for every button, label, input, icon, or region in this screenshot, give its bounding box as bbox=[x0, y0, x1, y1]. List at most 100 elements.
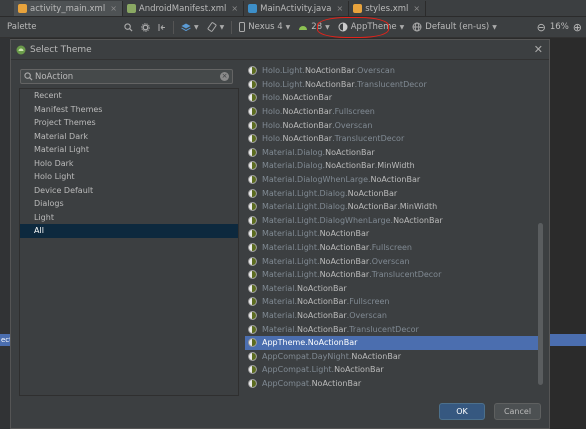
theme-icon bbox=[248, 188, 257, 198]
theme-name-part: Material. bbox=[262, 297, 298, 307]
theme-list-item[interactable]: AppCompat. NoActionBar bbox=[245, 377, 542, 391]
settings-gear-icon[interactable] bbox=[137, 22, 154, 32]
theme-list-item[interactable]: Material.Light. NoActionBar .Overscan bbox=[245, 254, 542, 268]
theme-name-part: Material. bbox=[262, 311, 298, 321]
category-item[interactable]: Device Default bbox=[20, 184, 238, 198]
cancel-button[interactable]: Cancel bbox=[494, 403, 541, 420]
theme-name-match: NoActionBar bbox=[351, 351, 402, 361]
tab-strip: activity_main.xml × AndroidManifest.xml × Ma… bbox=[14, 1, 427, 16]
search-icon[interactable] bbox=[120, 22, 137, 32]
theme-list-item[interactable]: AppTheme. NoActionBar bbox=[245, 336, 542, 350]
theme-name-part: .Fullscreen bbox=[346, 297, 390, 307]
theme-name-part: .Overscan bbox=[346, 311, 387, 321]
theme-list-item[interactable]: Material. NoActionBar .TranslucentDecor bbox=[245, 322, 542, 336]
close-icon[interactable]: ✕ bbox=[534, 43, 543, 56]
close-tab-icon[interactable]: × bbox=[231, 4, 238, 13]
theme-list-item[interactable]: Material.Light.DialogWhenLarge. NoActionB… bbox=[245, 214, 542, 228]
theme-name-part: .TranslucentDecor bbox=[332, 134, 405, 144]
theme-list-item[interactable]: Material.Light. NoActionBar .Fullscreen bbox=[245, 241, 542, 255]
theme-list-item[interactable]: Holo.Light. NoActionBar .Overscan bbox=[245, 64, 542, 78]
category-item[interactable]: Holo Light bbox=[20, 170, 238, 184]
theme-icon bbox=[248, 215, 257, 225]
theme-name-part: Material.Light.Dialog. bbox=[262, 202, 348, 212]
theme-list-item[interactable]: Holo.Light. NoActionBar .TranslucentDecor bbox=[245, 78, 542, 92]
theme-list-item[interactable]: Material.Light.Dialog. NoActionBar bbox=[245, 186, 542, 200]
editor-tab-bar: activity_main.xml × AndroidManifest.xml × Ma… bbox=[0, 0, 586, 17]
locale-selector[interactable]: Default (en-us) ▼ bbox=[408, 22, 501, 32]
design-toolbar: Palette ▼ ▼ Nexus 4 ▼ 28 ▼ AppTheme ▼ De… bbox=[0, 17, 586, 38]
zoom-out-icon[interactable]: ⊖ bbox=[537, 21, 546, 34]
theme-icon bbox=[248, 66, 257, 76]
theme-list-item[interactable]: Material.Dialog. NoActionBar. MinWidth bbox=[245, 159, 542, 173]
theme-list-item[interactable]: Material.Light. NoActionBar .TranslucentDe… bbox=[245, 268, 542, 282]
design-surface-button[interactable]: ▼ bbox=[177, 23, 203, 32]
theme-icon bbox=[248, 256, 257, 266]
category-item[interactable]: Material Light bbox=[20, 143, 238, 157]
editor-tab[interactable]: styles.xml × bbox=[349, 1, 427, 16]
theme-list-item[interactable]: Material.Dialog. NoActionBar bbox=[245, 146, 542, 160]
theme-name-match: NoActionBar bbox=[282, 120, 333, 130]
theme-name-part: .Overscan bbox=[354, 66, 395, 76]
globe-icon bbox=[412, 22, 422, 32]
theme-search-field[interactable]: NoAction × bbox=[20, 69, 233, 84]
theme-name-part: Holo.Light. bbox=[262, 66, 305, 76]
theme-name-match: NoActionBar bbox=[393, 215, 443, 225]
editor-tab[interactable]: activity_main.xml × bbox=[14, 1, 123, 16]
theme-list-scrollbar[interactable] bbox=[538, 223, 543, 385]
collapse-panel-icon[interactable] bbox=[154, 23, 170, 32]
theme-name-part: .Overscan bbox=[369, 256, 410, 266]
category-item[interactable]: Light bbox=[20, 211, 238, 225]
theme-name-match: NoActionBar bbox=[297, 311, 347, 321]
close-tab-icon[interactable]: × bbox=[110, 4, 117, 13]
toolbar-separator bbox=[173, 20, 174, 34]
theme-list-item[interactable]: AppCompat.DayNight. NoActionBar bbox=[245, 350, 542, 364]
theme-icon bbox=[248, 338, 257, 348]
theme-name-match: NoActionBar bbox=[297, 324, 347, 334]
close-tab-icon[interactable]: × bbox=[413, 4, 420, 13]
theme-name-part: Holo. bbox=[262, 93, 283, 103]
theme-name-match: NoActionBar bbox=[334, 365, 384, 375]
editor-tab[interactable]: MainActivity.java × bbox=[244, 1, 350, 16]
theme-list-item[interactable]: AppCompat.Light. NoActionBar bbox=[245, 363, 542, 377]
tab-label: MainActivity.java bbox=[260, 3, 332, 14]
close-tab-icon[interactable]: × bbox=[337, 4, 344, 13]
theme-name-part: .Overscan bbox=[332, 120, 373, 130]
ok-button[interactable]: OK bbox=[439, 403, 485, 420]
phone-icon bbox=[239, 22, 246, 32]
category-item[interactable]: Project Themes bbox=[20, 116, 238, 130]
chevron-down-icon: ▼ bbox=[285, 23, 291, 31]
theme-name-part: AppCompat.Light. bbox=[262, 365, 335, 375]
theme-list: Holo.Light. NoActionBar .Overscan Holo.Ligh… bbox=[245, 62, 543, 392]
theme-list-item[interactable]: Material.Light. NoActionBar bbox=[245, 227, 542, 241]
theme-list-item[interactable]: Material. NoActionBar .Fullscreen bbox=[245, 295, 542, 309]
tab-label: AndroidManifest.xml bbox=[138, 3, 227, 14]
editor-tab[interactable]: AndroidManifest.xml × bbox=[123, 1, 245, 16]
chevron-down-icon: ▼ bbox=[492, 23, 497, 31]
theme-icon bbox=[248, 243, 257, 253]
category-item[interactable]: Material Dark bbox=[20, 130, 238, 144]
category-item[interactable]: Dialogs bbox=[20, 197, 238, 211]
device-selector[interactable]: Nexus 4 ▼ bbox=[235, 22, 294, 32]
category-item[interactable]: All bbox=[20, 224, 238, 238]
theme-list-item[interactable]: Holo. NoActionBar bbox=[245, 91, 542, 105]
theme-name-part: .Fullscreen bbox=[332, 107, 375, 117]
theme-list-item[interactable]: Material. NoActionBar .Overscan bbox=[245, 309, 542, 323]
category-item[interactable]: Recent bbox=[20, 89, 238, 103]
theme-list-item[interactable]: Material.Light.Dialog. NoActionBar. MinWid… bbox=[245, 200, 542, 214]
theme-name-match: NoActionBar bbox=[297, 283, 347, 293]
theme-list-item[interactable]: Material.DialogWhenLarge. NoActionBar bbox=[245, 173, 542, 187]
category-item[interactable]: Manifest Themes bbox=[20, 103, 238, 117]
search-icon bbox=[24, 72, 33, 81]
theme-name-match: NoActionBar bbox=[325, 161, 375, 171]
theme-list-item[interactable]: Material. NoActionBar bbox=[245, 282, 542, 296]
theme-name-part: Holo. bbox=[262, 107, 283, 117]
category-item[interactable]: Holo Dark bbox=[20, 157, 238, 171]
theme-list-item[interactable]: Holo. NoActionBar .TranslucentDecor bbox=[245, 132, 542, 146]
orientation-button[interactable]: ▼ bbox=[203, 22, 229, 32]
theme-list-item[interactable]: Holo. NoActionBar .Fullscreen bbox=[245, 105, 542, 119]
search-input-value[interactable]: NoAction bbox=[35, 72, 73, 82]
theme-list-item[interactable]: Holo. NoActionBar .Overscan bbox=[245, 118, 542, 132]
android-studio-icon bbox=[16, 45, 26, 54]
clear-search-icon[interactable]: × bbox=[220, 72, 229, 81]
zoom-in-icon[interactable]: ⊕ bbox=[573, 21, 582, 34]
